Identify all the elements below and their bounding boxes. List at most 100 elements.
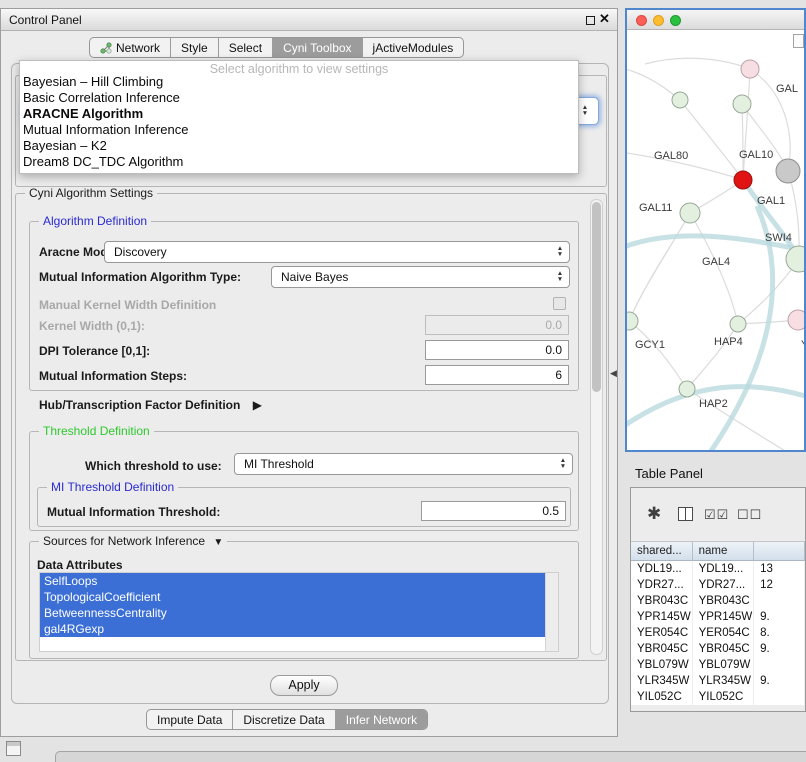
float-window-icon[interactable] xyxy=(586,16,595,25)
network-node[interactable] xyxy=(672,92,688,108)
table-row[interactable]: YBL079WYBL079W xyxy=(631,657,805,673)
network-node[interactable] xyxy=(733,95,751,113)
network-edge xyxy=(687,324,738,389)
column-header[interactable]: shared... xyxy=(631,542,693,561)
table-row[interactable]: YLR345WYLR345W9. xyxy=(631,673,805,689)
dropdown-item[interactable]: Bayesian – Hill Climbing xyxy=(20,74,578,90)
network-edge xyxy=(627,68,680,100)
select-all-icon[interactable]: ☑☑ xyxy=(704,507,729,523)
table-row[interactable]: YPR145WYPR145W9. xyxy=(631,609,805,625)
node-label: GAL11 xyxy=(639,202,672,214)
mi-algorithm-type-value: Naive Bayes xyxy=(272,270,553,284)
tab-discretize-data[interactable]: Discretize Data xyxy=(232,710,334,729)
dropdown-item[interactable]: ARACNE Algorithm xyxy=(20,106,578,122)
apply-button[interactable]: Apply xyxy=(270,675,338,696)
which-threshold-value: MI Threshold xyxy=(235,457,556,471)
tab-style[interactable]: Style xyxy=(170,38,218,57)
mi-threshold-field[interactable]: 0.5 xyxy=(421,501,566,521)
network-node[interactable] xyxy=(734,171,752,189)
network-edge xyxy=(680,100,743,180)
table-cell: YDL19... xyxy=(631,561,693,577)
network-node[interactable] xyxy=(776,159,800,183)
expand-right-icon[interactable]: ▶ xyxy=(253,398,262,412)
dpi-tolerance-field[interactable]: 0.0 xyxy=(425,340,569,360)
network-window[interactable]: GALGAL80GAL10GAL11GAL1SWI4GAL4GCY1HAP4HA… xyxy=(625,8,806,452)
table-cell xyxy=(754,689,805,705)
table-row[interactable]: YER054CYER054C8. xyxy=(631,625,805,641)
mi-algorithm-type-select[interactable]: Naive Bayes ▲▼ xyxy=(271,266,570,288)
close-icon[interactable]: ✕ xyxy=(599,11,610,27)
list-item[interactable]: SelfLoops xyxy=(40,573,547,589)
mi-steps-field[interactable]: 6 xyxy=(425,365,569,385)
hub-definition-toggle[interactable]: Hub/Transcription Factor Definition ▶ xyxy=(39,398,262,412)
table-row[interactable]: YDL19...YDL19...13 xyxy=(631,561,805,577)
threshold-definition-title: Threshold Definition xyxy=(39,424,154,438)
network-node[interactable] xyxy=(679,381,695,397)
network-node[interactable] xyxy=(788,310,804,330)
column-header[interactable]: name xyxy=(693,542,755,561)
tab-cyni-toolbox[interactable]: Cyni Toolbox xyxy=(272,38,361,57)
tab-infer-network[interactable]: Infer Network xyxy=(335,710,427,729)
attributes-scrollbar[interactable] xyxy=(545,573,558,651)
table-row[interactable]: YBR045CYBR045C9. xyxy=(631,641,805,657)
aracne-mode-select[interactable]: Discovery ▲▼ xyxy=(104,241,570,263)
chevron-updown-icon: ▲ ▼ xyxy=(578,105,594,117)
which-threshold-select[interactable]: MI Threshold ▲▼ xyxy=(234,453,573,475)
manual-kernel-checkbox[interactable] xyxy=(553,297,566,310)
network-titlebar[interactable] xyxy=(627,10,804,30)
control-panel-titlebar[interactable]: Control Panel ✕ xyxy=(1,9,617,31)
table-row[interactable]: YDR27...YDR27...12 xyxy=(631,577,805,593)
tab-label: Cyni Toolbox xyxy=(283,41,351,55)
tab-label: Network xyxy=(116,41,160,55)
traffic-light-close-icon[interactable] xyxy=(636,15,647,26)
network-node[interactable] xyxy=(730,316,746,332)
table-cell: YER054C xyxy=(631,625,693,641)
traffic-light-zoom-icon[interactable] xyxy=(670,15,681,26)
collapse-down-icon[interactable]: ▼ xyxy=(213,537,223,548)
network-edge xyxy=(629,321,687,389)
table-cell: 8. xyxy=(754,625,805,641)
table-row[interactable]: YBR043CYBR043C xyxy=(631,593,805,609)
node-label: GAL80 xyxy=(654,150,688,162)
column-header[interactable] xyxy=(754,542,805,561)
node-label: Y xyxy=(801,339,804,351)
kernel-width-field[interactable]: 0.0 xyxy=(425,315,569,335)
splitter-collapse-icon[interactable]: ◀ xyxy=(610,368,617,379)
network-canvas[interactable]: GALGAL80GAL10GAL11GAL1SWI4GAL4GCY1HAP4HA… xyxy=(627,30,804,450)
tab-jactivemodules[interactable]: jActiveModules xyxy=(362,38,464,57)
table-cell: 9. xyxy=(754,609,805,625)
dropdown-item[interactable]: Dream8 DC_TDC Algorithm xyxy=(20,154,578,170)
table-row[interactable]: YIL052CYIL052C xyxy=(631,689,805,705)
table-cell: 9. xyxy=(754,641,805,657)
traffic-light-minimize-icon[interactable] xyxy=(653,15,664,26)
dropdown-item[interactable]: Mutual Information Inference xyxy=(20,122,578,138)
mi-threshold-definition-title: MI Threshold Definition xyxy=(47,480,178,494)
sources-collapse-toggle[interactable]: Sources for Network Inference ▼ xyxy=(39,534,227,548)
tab-select[interactable]: Select xyxy=(218,38,272,57)
tab-label: Style xyxy=(181,41,208,55)
dropdown-item[interactable]: Bayesian – K2 xyxy=(20,138,578,154)
network-node[interactable] xyxy=(680,203,700,223)
network-edge xyxy=(742,104,743,180)
list-item[interactable]: gal4RGexp xyxy=(40,621,547,637)
overview-button[interactable] xyxy=(793,34,804,48)
table-cell: YBR043C xyxy=(631,593,693,609)
list-item[interactable]: BetweennessCentrality xyxy=(40,605,547,621)
network-node[interactable] xyxy=(786,246,804,272)
columns-icon[interactable] xyxy=(678,507,693,521)
tab-network[interactable]: Network xyxy=(90,38,170,57)
collapsed-panel-icon[interactable] xyxy=(6,741,21,756)
data-attributes-list[interactable]: SelfLoopsTopologicalCoefficientBetweenne… xyxy=(39,572,559,652)
settings-scrollbar[interactable] xyxy=(590,199,603,655)
node-label: GAL4 xyxy=(702,256,730,268)
gear-icon[interactable]: ✱ xyxy=(647,504,661,524)
deselect-all-icon[interactable]: ☐☐ xyxy=(737,507,762,523)
network-node[interactable] xyxy=(741,60,759,78)
table-cell: YPR145W xyxy=(631,609,693,625)
settings-scrollbar-thumb[interactable] xyxy=(592,202,601,392)
tab-impute-data[interactable]: Impute Data xyxy=(147,710,232,729)
dropdown-item[interactable]: Basic Correlation Inference xyxy=(20,90,578,106)
table-cell: YBR045C xyxy=(693,641,755,657)
list-item[interactable]: TopologicalCoefficient xyxy=(40,589,547,605)
bottom-panel-edge xyxy=(55,751,806,762)
